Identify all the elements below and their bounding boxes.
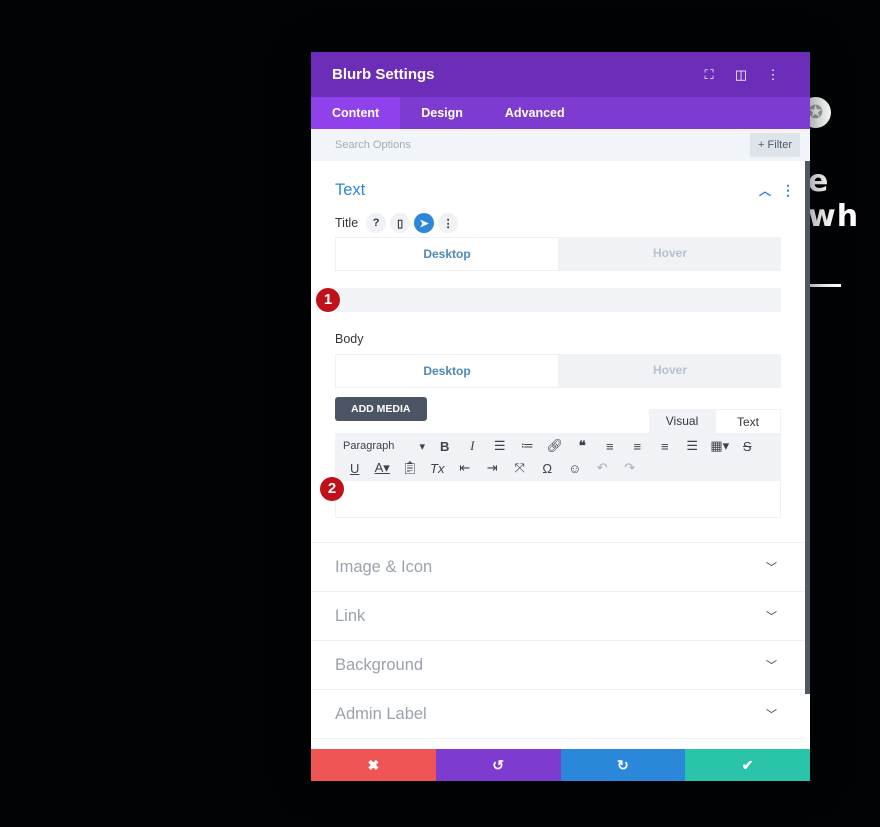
split-view-icon[interactable]: ◫ bbox=[725, 67, 757, 83]
title-input[interactable]: 1 bbox=[316, 288, 781, 312]
scrollbar[interactable] bbox=[805, 161, 810, 694]
section-link[interactable]: Link ﹀ bbox=[311, 591, 805, 640]
cancel-button[interactable]: ✖ bbox=[311, 749, 436, 781]
settings-content: Text ︿ ⋮ Title ? ▯ ➤ ⋮ Desktop Hover 1 B… bbox=[311, 161, 805, 749]
check-icon: ✔ bbox=[741, 756, 754, 773]
indent-icon[interactable]: ⇥ bbox=[479, 460, 507, 476]
body-state-toggle: Desktop Hover bbox=[335, 354, 781, 388]
caret-down-icon: ▾ bbox=[419, 440, 425, 453]
underline-icon[interactable]: U bbox=[341, 461, 369, 476]
tab-design[interactable]: Design bbox=[400, 97, 484, 129]
numbered-list-icon[interactable]: ≔ bbox=[514, 438, 542, 454]
align-right-icon[interactable]: ≡ bbox=[651, 439, 679, 454]
section-title: Admin Label bbox=[335, 704, 427, 723]
title-desktop-tab[interactable]: Desktop bbox=[335, 237, 559, 271]
align-left-icon[interactable]: ≡ bbox=[596, 439, 624, 454]
text-color-icon[interactable]: A▾ bbox=[369, 460, 397, 476]
undo-icon[interactable]: ↶ bbox=[589, 460, 617, 476]
body-desktop-tab[interactable]: Desktop bbox=[335, 354, 559, 388]
table-icon[interactable]: ▦▾ bbox=[706, 438, 734, 454]
bullet-list-icon[interactable]: ☰ bbox=[486, 438, 514, 454]
chevron-down-icon[interactable]: ﹀ bbox=[766, 657, 777, 673]
redo-icon[interactable]: ↷ bbox=[616, 460, 644, 476]
cursor-hover-icon[interactable]: ➤ bbox=[414, 213, 435, 233]
chevron-down-icon[interactable]: ﹀ bbox=[766, 706, 777, 722]
title-state-toggle: Desktop Hover bbox=[335, 237, 781, 271]
tab-bar: Content Design Advanced bbox=[311, 97, 810, 129]
format-select[interactable]: Paragraph ▾ bbox=[341, 440, 431, 453]
clear-formatting-icon[interactable]: Tx bbox=[424, 461, 452, 476]
undo-button[interactable]: ↺ bbox=[435, 749, 561, 781]
search-options-input[interactable]: Search Options + Filter bbox=[311, 129, 810, 161]
save-button[interactable]: ✔ bbox=[685, 749, 810, 781]
body-editor[interactable]: 2 bbox=[320, 477, 781, 518]
align-center-icon[interactable]: ≡ bbox=[624, 439, 652, 454]
chevron-down-icon[interactable]: ﹀ bbox=[766, 608, 777, 624]
title-hover-tab[interactable]: Hover bbox=[559, 237, 781, 271]
body-label: Body bbox=[335, 332, 364, 346]
text-section-title: Text bbox=[335, 180, 366, 199]
outdent-icon[interactable]: ⇤ bbox=[451, 460, 479, 476]
section-divider bbox=[311, 738, 805, 749]
bold-icon[interactable]: B bbox=[431, 439, 459, 454]
text-section-header[interactable]: Text ︿ ⋮ bbox=[311, 161, 805, 203]
step-marker-1: 1 bbox=[316, 288, 340, 312]
chevron-down-icon[interactable]: ﹀ bbox=[766, 559, 777, 575]
filter-label: Filter bbox=[767, 139, 792, 151]
visual-tab[interactable]: Visual bbox=[649, 409, 715, 433]
filter-button[interactable]: + Filter bbox=[750, 133, 800, 157]
background-divider bbox=[808, 284, 841, 287]
more-icon[interactable]: ⋮ bbox=[438, 213, 459, 233]
title-label: Title bbox=[335, 216, 359, 230]
background-heading: e wh bbox=[808, 164, 860, 234]
fullscreen-editor-icon[interactable]: ⤧ bbox=[506, 460, 534, 476]
close-icon: ✖ bbox=[367, 756, 380, 773]
editor-toolbar: Paragraph ▾ B I ☰ ≔ 🔗︎ ❝ ≡ ≡ ≡ ☰ ▦▾ S U A… bbox=[335, 433, 781, 481]
chevron-up-icon[interactable]: ︿ bbox=[759, 182, 771, 199]
mobile-icon[interactable]: ▯ bbox=[390, 213, 411, 233]
add-media-button[interactable]: ADD MEDIA bbox=[335, 397, 427, 421]
section-image-icon[interactable]: Image & Icon ﹀ bbox=[311, 542, 805, 591]
plus-icon: + bbox=[758, 139, 765, 151]
more-options-icon[interactable]: ⋮ bbox=[757, 67, 789, 83]
tab-content[interactable]: Content bbox=[311, 97, 401, 129]
section-title: Image & Icon bbox=[335, 557, 433, 576]
modal-header: Blurb Settings ⛶ ◫ ⋮ bbox=[311, 52, 810, 97]
section-admin-label[interactable]: Admin Label ﹀ bbox=[311, 689, 805, 738]
body-hover-tab[interactable]: Hover bbox=[559, 354, 781, 388]
editor-top-bar: ADD MEDIA Visual Text bbox=[335, 397, 781, 433]
italic-icon[interactable]: I bbox=[459, 438, 487, 454]
text-tab[interactable]: Text bbox=[715, 409, 781, 433]
strikethrough-icon[interactable]: S bbox=[734, 439, 762, 454]
special-character-icon[interactable]: Ω bbox=[534, 461, 562, 476]
step-marker-2: 2 bbox=[320, 477, 344, 501]
title-label-row: Title ? ▯ ➤ ⋮ bbox=[311, 203, 805, 235]
modal-footer: ✖ ↺ ↻ ✔ bbox=[311, 749, 810, 781]
redo-icon: ↻ bbox=[617, 756, 629, 773]
tab-advanced[interactable]: Advanced bbox=[484, 97, 586, 129]
justify-icon[interactable]: ☰ bbox=[679, 438, 707, 454]
blurb-settings-modal: Blurb Settings ⛶ ◫ ⋮ Content Design Adva… bbox=[311, 52, 810, 781]
fullscreen-icon[interactable]: ⛶ bbox=[693, 67, 725, 83]
paste-as-text-icon[interactable]: 📋︎ bbox=[396, 460, 424, 476]
format-select-value: Paragraph bbox=[343, 439, 395, 452]
help-icon[interactable]: ? bbox=[366, 213, 387, 233]
section-background[interactable]: Background ﹀ bbox=[311, 640, 805, 689]
redo-button[interactable]: ↻ bbox=[560, 749, 686, 781]
link-icon[interactable]: 🔗︎ bbox=[541, 438, 569, 454]
section-title: Link bbox=[335, 606, 366, 625]
section-more-icon[interactable]: ⋮ bbox=[781, 182, 795, 199]
undo-icon: ↺ bbox=[492, 756, 504, 773]
modal-title: Blurb Settings bbox=[332, 66, 435, 83]
section-title: Background bbox=[335, 655, 424, 674]
blockquote-icon[interactable]: ❝ bbox=[569, 438, 597, 454]
search-placeholder: Search Options bbox=[335, 139, 411, 151]
emoji-icon[interactable]: ☺ bbox=[561, 461, 589, 476]
